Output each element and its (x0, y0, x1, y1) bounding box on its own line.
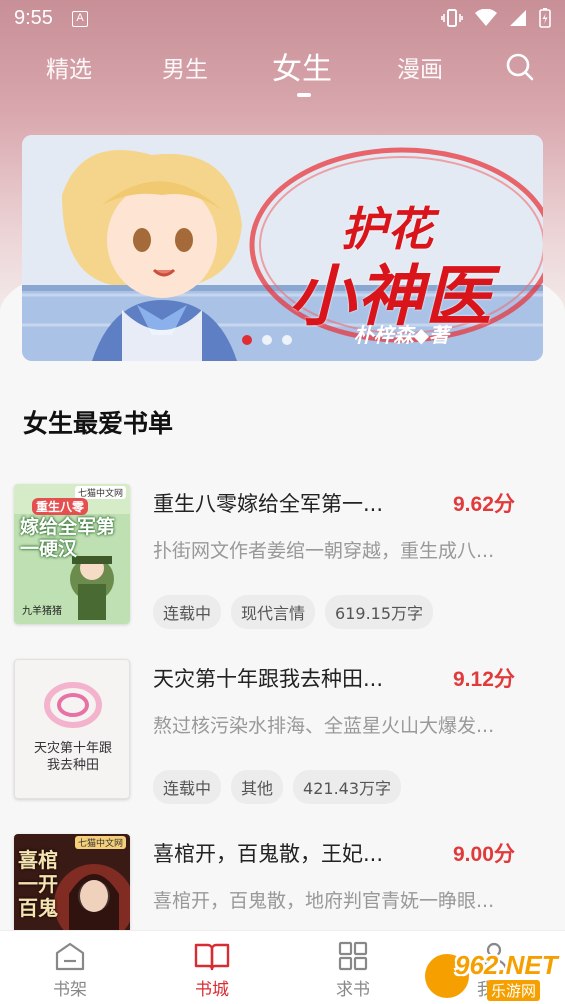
cover-small-title: 重生八零 (32, 498, 89, 515)
book-score: 9.62分 (453, 493, 515, 516)
watermark-subtext: 乐游网 (487, 980, 541, 1001)
cover-big-title: 天灾第十年跟我去种田 (33, 741, 112, 773)
tab-featured[interactable]: 精选 (46, 50, 92, 84)
signal-icon (510, 10, 526, 26)
watermark-text: 962.NET (455, 950, 558, 980)
site-watermark: 962.NET 乐游网 (425, 950, 558, 1001)
book-tags: 连载中 现代言情 619.15万字 (153, 595, 434, 629)
carousel-dot[interactable] (282, 335, 292, 345)
book-score: 9.12分 (453, 668, 515, 691)
book-description: 喜棺开，百鬼散，地府判官青妩一睁眼... (153, 890, 495, 912)
book-description: 扑街网文作者姜绾一朝穿越，重生成八... (153, 540, 495, 562)
cover-big-title: 嫁给全军第一硬汉 (20, 516, 116, 560)
book-open-icon (194, 943, 230, 971)
genre-tag: 其他 (231, 770, 284, 804)
banner-author: 朴梓森◆著 (353, 323, 449, 347)
tab-female[interactable]: 女生 (272, 44, 332, 88)
book-item[interactable]: 天灾第十年跟我去种田 天灾第十年跟我去种田... 9.12分 熬过核污染水排海、… (0, 659, 565, 809)
tab-male[interactable]: 男生 (162, 50, 208, 84)
status-tag: 连载中 (153, 770, 222, 804)
carousel-dot[interactable] (262, 335, 272, 345)
book-title[interactable]: 重生八零嫁给全军第一... (153, 488, 383, 518)
carousel-dots (242, 335, 292, 345)
status-bar: 9:55 A (0, 0, 565, 38)
active-tab-indicator (297, 93, 311, 97)
tab-comics[interactable]: 漫画 (397, 50, 443, 84)
nav-label: 书城 (195, 980, 229, 1000)
vibrate-icon (441, 9, 463, 27)
book-item[interactable]: 七猫中文网 重生八零 嫁给全军第一硬汉 九羊猪猪 重生八零嫁给全军第一... 9… (0, 484, 565, 634)
nav-request-book[interactable]: 求书 (313, 941, 393, 1000)
wordcount-tag: 619.15万字 (325, 595, 434, 629)
category-tabs: 精选 男生 女生 漫画 (0, 44, 565, 104)
book-score: 9.00分 (453, 843, 515, 866)
search-icon[interactable] (505, 52, 535, 82)
genre-tag: 现代言情 (231, 595, 316, 629)
cover-publisher-badge: 七猫中文网 (74, 836, 126, 849)
nav-label: 书架 (53, 980, 87, 1000)
book-cover[interactable]: 天灾第十年跟我去种田 (14, 659, 130, 799)
book-cover[interactable]: 七猫中文网 重生八零 嫁给全军第一硬汉 九羊猪猪 (14, 484, 130, 624)
book-description: 熬过核污染水排海、全蓝星火山大爆发... (153, 715, 495, 737)
book-title[interactable]: 天灾第十年跟我去种田... (153, 663, 383, 693)
nav-bookshelf[interactable]: 书架 (30, 941, 110, 1000)
grid-icon (338, 941, 368, 971)
wordcount-tag: 421.43万字 (293, 770, 402, 804)
status-tag: 连载中 (153, 595, 222, 629)
battery-icon (539, 8, 551, 28)
book-title[interactable]: 喜棺开，百鬼散，王妃... (153, 838, 383, 868)
carousel-dot[interactable] (242, 335, 252, 345)
bookshelf-icon (55, 942, 85, 971)
book-tags: 连载中 其他 421.43万字 (153, 770, 402, 804)
status-time: 9:55 (14, 7, 53, 29)
promo-banner[interactable]: 护花 小神医 朴梓森◆著 (22, 135, 543, 361)
wifi-icon (475, 9, 497, 26)
section-title: 女生最爱书单 (23, 409, 174, 438)
nav-bookstore[interactable]: 书城 (172, 941, 252, 1000)
cover-big-title: 喜棺一开百鬼 (18, 848, 58, 920)
notification-icon: A (72, 11, 88, 27)
cover-author: 九羊猪猪 (22, 606, 62, 617)
nav-label: 求书 (336, 980, 370, 1000)
